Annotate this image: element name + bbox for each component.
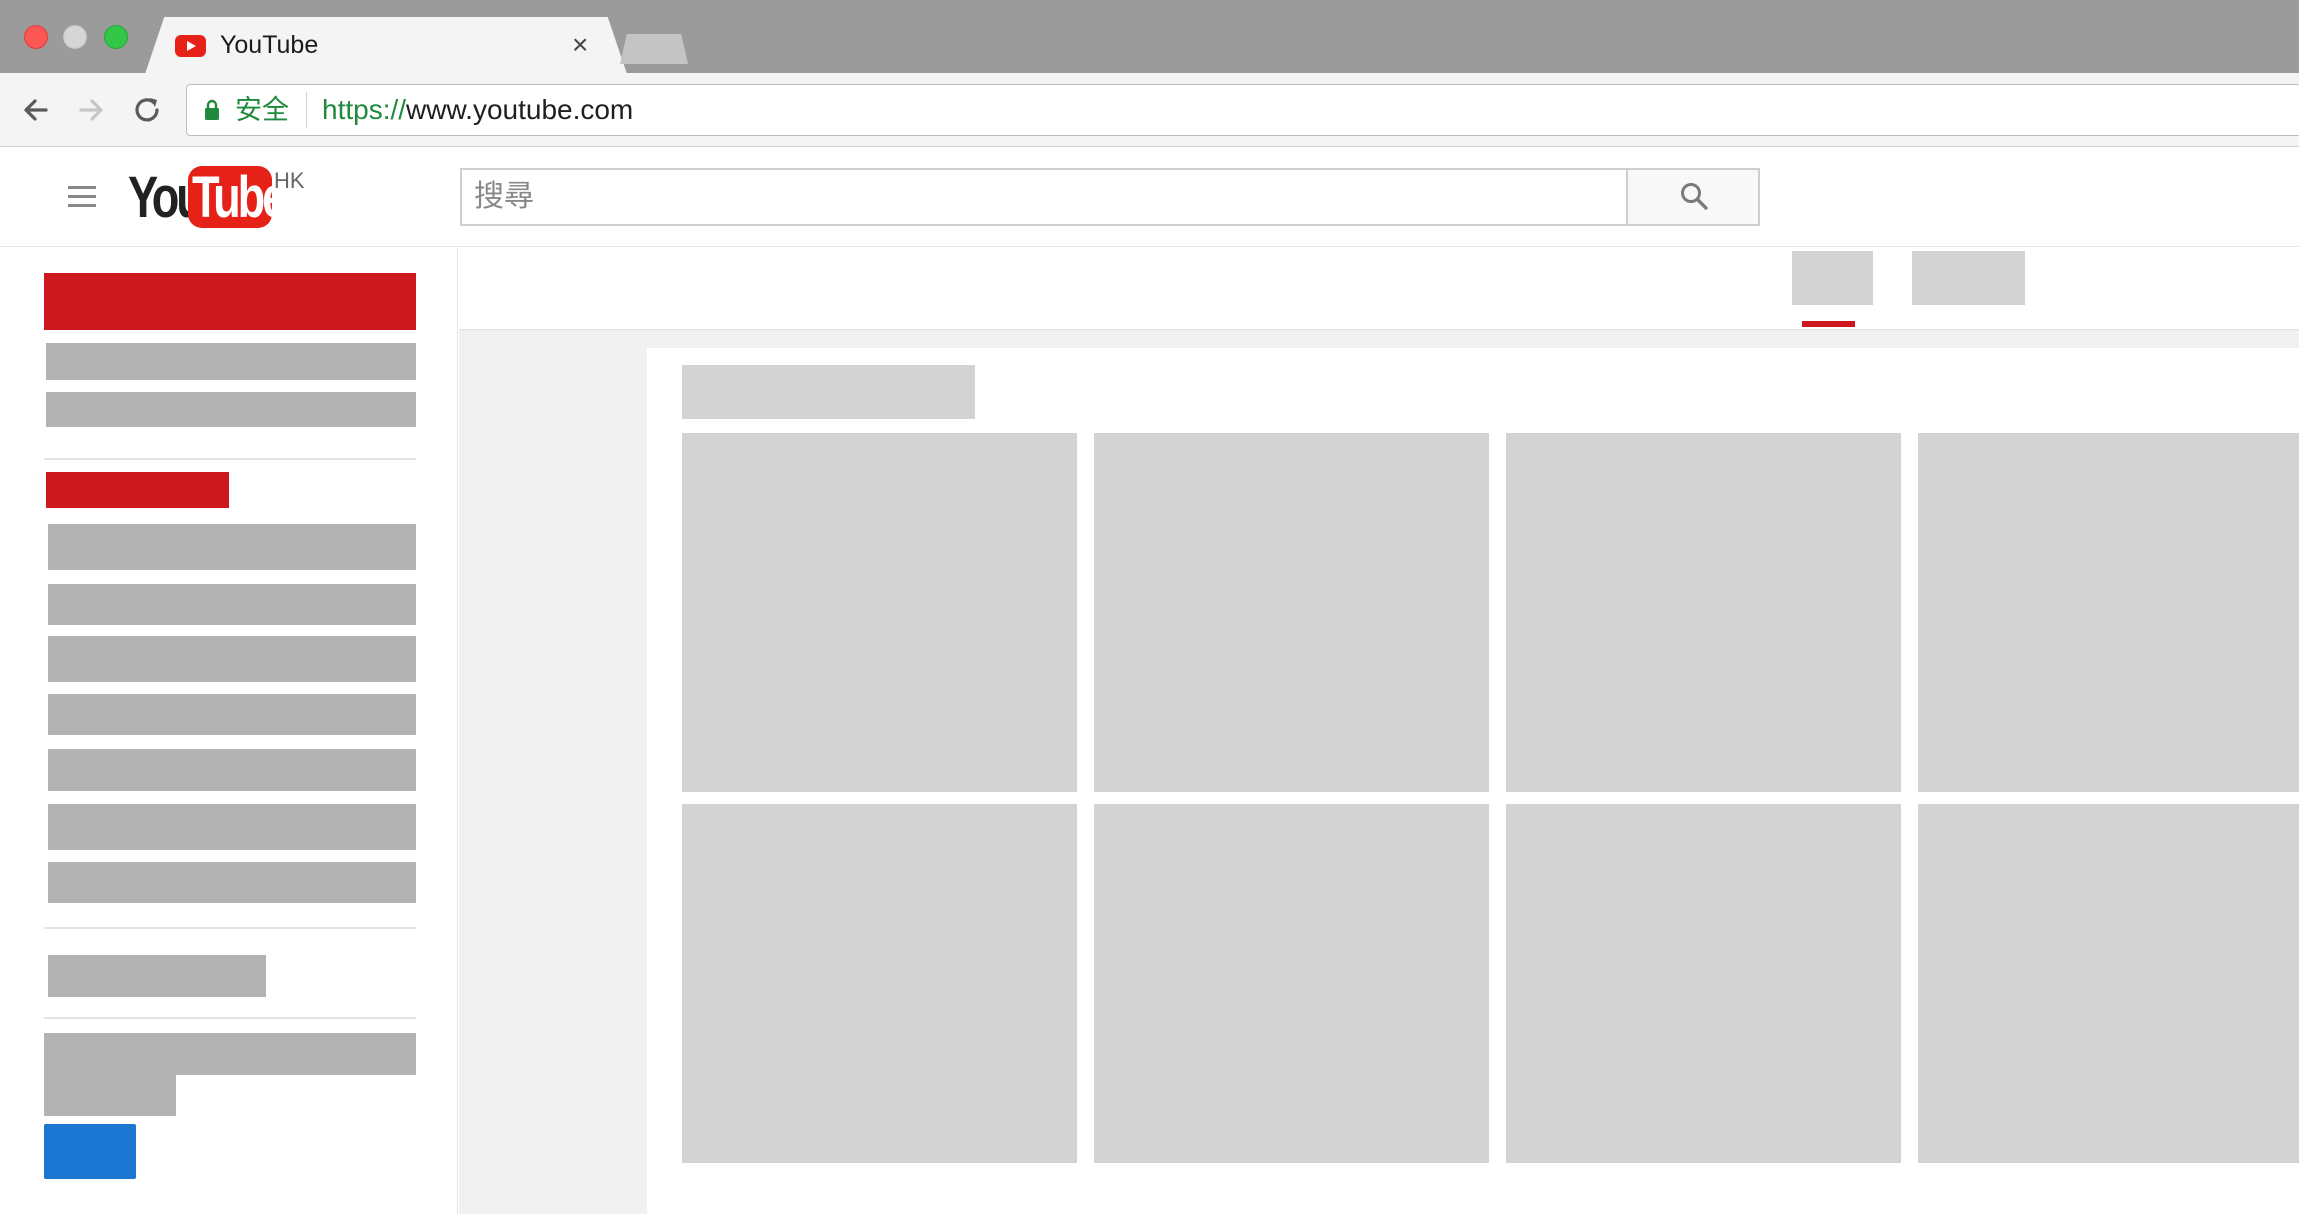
url-host: www.youtube.com xyxy=(406,94,634,125)
tab-title: YouTube xyxy=(220,31,319,59)
sign-in-button-placeholder[interactable] xyxy=(44,1124,136,1179)
sidebar-text-placeholder xyxy=(44,1033,416,1075)
window-close-button[interactable] xyxy=(24,25,48,49)
youtube-favicon-icon xyxy=(175,35,206,57)
sidebar-item-placeholder[interactable] xyxy=(48,694,416,735)
close-icon[interactable]: × xyxy=(572,28,588,62)
video-thumbnail-placeholder[interactable] xyxy=(1094,804,1489,1163)
browser-tab-youtube[interactable] xyxy=(145,17,627,74)
secure-label: 安全 xyxy=(235,95,289,125)
sidebar-item-placeholder[interactable] xyxy=(48,955,266,997)
sidebar-divider xyxy=(44,927,416,929)
back-arrow-icon[interactable] xyxy=(16,90,56,130)
forward-arrow-icon[interactable] xyxy=(71,90,111,130)
sidebar-item-placeholder[interactable] xyxy=(46,343,416,380)
sidebar-text-placeholder xyxy=(44,1075,176,1116)
search-icon xyxy=(1681,183,1708,210)
window-maximize-button[interactable] xyxy=(104,25,128,49)
video-thumbnail-placeholder[interactable] xyxy=(682,804,1077,1163)
url-scheme: https:// xyxy=(322,94,407,125)
content-tab-placeholder[interactable] xyxy=(1792,251,1873,305)
sidebar-item-placeholder[interactable] xyxy=(46,392,416,427)
new-tab-button[interactable] xyxy=(620,34,688,64)
video-thumbnail-placeholder[interactable] xyxy=(1918,433,2299,792)
address-bar-divider xyxy=(306,92,307,128)
sidebar-item-placeholder[interactable] xyxy=(48,749,416,791)
reload-icon[interactable] xyxy=(128,90,168,130)
logo-region-label: HK xyxy=(274,168,305,193)
sidebar-item-placeholder[interactable] xyxy=(48,524,416,570)
sidebar-section-heading-placeholder xyxy=(46,472,229,508)
sidebar-item-placeholder[interactable] xyxy=(48,636,416,682)
video-thumbnail-placeholder[interactable] xyxy=(1094,433,1489,792)
content-tab-placeholder[interactable] xyxy=(1912,251,2025,305)
video-thumbnail-placeholder[interactable] xyxy=(1506,433,1901,792)
youtube-logo-tube[interactable]: Tube xyxy=(192,165,287,231)
search-input[interactable] xyxy=(460,168,1626,226)
lock-icon xyxy=(205,99,219,120)
sidebar-item-selected-placeholder[interactable] xyxy=(44,273,416,330)
window-minimize-button[interactable] xyxy=(63,25,87,49)
sidebar-item-placeholder[interactable] xyxy=(48,584,416,625)
video-thumbnail-placeholder[interactable] xyxy=(1918,804,2299,1163)
shelf-title-placeholder xyxy=(682,365,975,419)
sidebar-divider xyxy=(44,1017,416,1019)
video-thumbnail-placeholder[interactable] xyxy=(682,433,1077,792)
sidebar-divider xyxy=(44,458,416,460)
sidebar-item-placeholder[interactable] xyxy=(48,804,416,850)
active-tab-indicator xyxy=(1802,321,1855,327)
url-text[interactable]: https://www.youtube.com xyxy=(322,94,633,126)
video-thumbnail-placeholder[interactable] xyxy=(1506,804,1901,1163)
hamburger-menu-icon[interactable] xyxy=(68,186,96,208)
sidebar-item-placeholder[interactable] xyxy=(48,862,416,903)
